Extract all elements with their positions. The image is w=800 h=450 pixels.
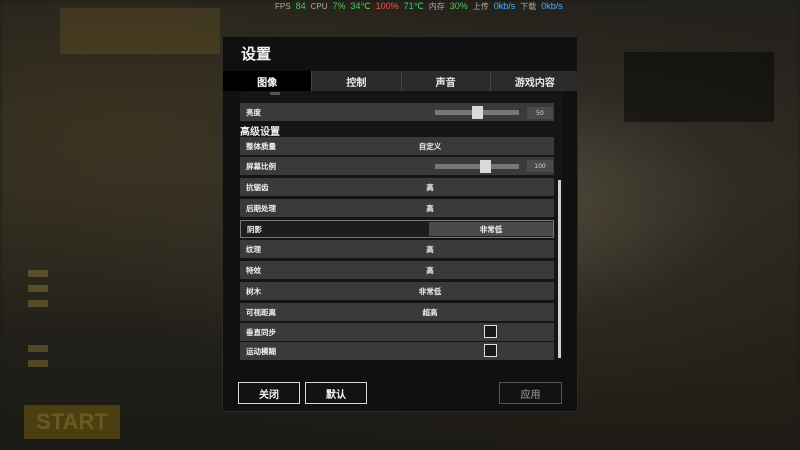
setting-value: 高	[426, 244, 434, 254]
bg-menu-marker	[28, 345, 48, 352]
mem-value: 30%	[449, 1, 468, 11]
brightness-slider-thumb[interactable]	[471, 106, 483, 119]
setting-row-overall-quality[interactable]: 整体质量 自定义	[240, 137, 554, 155]
upload-value: 0kb/s	[493, 1, 516, 11]
close-button[interactable]: 关闭	[238, 382, 300, 404]
section-title-advanced: 高级设置	[240, 127, 280, 138]
dialog-title: 设置	[241, 45, 272, 63]
screen-scale-value[interactable]: 100	[527, 160, 553, 172]
fps-value: 84	[295, 1, 306, 11]
settings-tabs: 图像 控制 声音 游戏内容	[223, 71, 579, 91]
setting-row-motion-blur: 运动模糊	[240, 342, 554, 360]
setting-value: 超高	[422, 307, 438, 317]
start-button-background: START	[24, 405, 120, 439]
setting-label: 整体质量	[246, 141, 276, 151]
setting-value: 自定义	[418, 141, 442, 151]
tab-audio[interactable]: 声音	[400, 71, 490, 91]
motion-blur-checkbox[interactable]	[484, 344, 497, 357]
cpu-temp: 34℃	[350, 0, 371, 11]
setting-label: 可视距离	[246, 307, 276, 317]
setting-row-view-distance[interactable]: 可视距离 超高	[240, 303, 554, 321]
download-label: 下载	[520, 1, 537, 11]
setting-value: 非常低	[418, 286, 442, 296]
game-logo	[60, 8, 220, 54]
setting-label: 阴影	[247, 224, 262, 234]
setting-row-shadows[interactable]: 阴影 非常低	[240, 220, 554, 238]
vsync-checkbox[interactable]	[484, 325, 497, 338]
background-banner	[624, 52, 774, 122]
settings-scrollbar[interactable]	[558, 180, 561, 358]
setting-row-textures[interactable]: 纹理 高	[240, 240, 554, 258]
cpu-label: CPU	[310, 1, 328, 11]
screen-scale-slider-thumb[interactable]	[479, 160, 491, 173]
setting-row-foliage[interactable]: 树木 非常低	[240, 282, 554, 300]
upload-label: 上传	[472, 1, 489, 11]
setting-label: 抗锯齿	[246, 182, 269, 192]
setting-label: 屏幕比例	[246, 161, 276, 171]
screen-scale-slider[interactable]	[435, 164, 519, 169]
setting-label: 后期处理	[246, 203, 276, 213]
setting-label: 运动模糊	[246, 346, 276, 356]
setting-label: 纹理	[246, 244, 261, 254]
bg-menu-marker	[28, 285, 48, 292]
setting-value: 高	[426, 203, 434, 213]
download-value: 0kb/s	[541, 1, 563, 11]
setting-value[interactable]: 非常低	[429, 222, 553, 236]
system-monitor-bar: FPS 84 CPU 7% 34℃ 100% 71℃ 内存 30% 上传 0kb…	[275, 0, 563, 12]
setting-row-vsync: 垂直同步	[240, 323, 554, 341]
mem-label: 内存	[428, 1, 445, 11]
brightness-value[interactable]: 50	[527, 107, 553, 119]
setting-label: 树木	[246, 286, 261, 296]
setting-label: 亮度	[246, 107, 261, 117]
setting-row-effects[interactable]: 特效 高	[240, 261, 554, 279]
setting-label: 垂直同步	[246, 327, 276, 337]
default-button[interactable]: 默认	[305, 382, 367, 404]
setting-row-anti-aliasing[interactable]: 抗锯齿 高	[240, 178, 554, 196]
setting-value: 高	[426, 265, 434, 275]
tab-graphics[interactable]: 图像	[223, 71, 312, 91]
bg-menu-marker	[28, 360, 48, 367]
gpu-usage: 100%	[375, 1, 399, 11]
tab-controls[interactable]: 控制	[311, 71, 401, 91]
apply-button[interactable]: 应用	[499, 382, 562, 404]
gpu-temp: 71℃	[403, 0, 424, 11]
setting-row-post-processing[interactable]: 后期处理 高	[240, 199, 554, 217]
setting-value: 高	[426, 182, 434, 192]
scroll-top-indicator	[270, 92, 280, 95]
bg-menu-marker	[28, 270, 48, 277]
tab-gameplay[interactable]: 游戏内容	[489, 71, 579, 91]
fps-label: FPS	[275, 1, 291, 11]
setting-label: 特效	[246, 265, 261, 275]
cpu-usage: 7%	[332, 1, 346, 11]
bg-menu-marker	[28, 300, 48, 307]
